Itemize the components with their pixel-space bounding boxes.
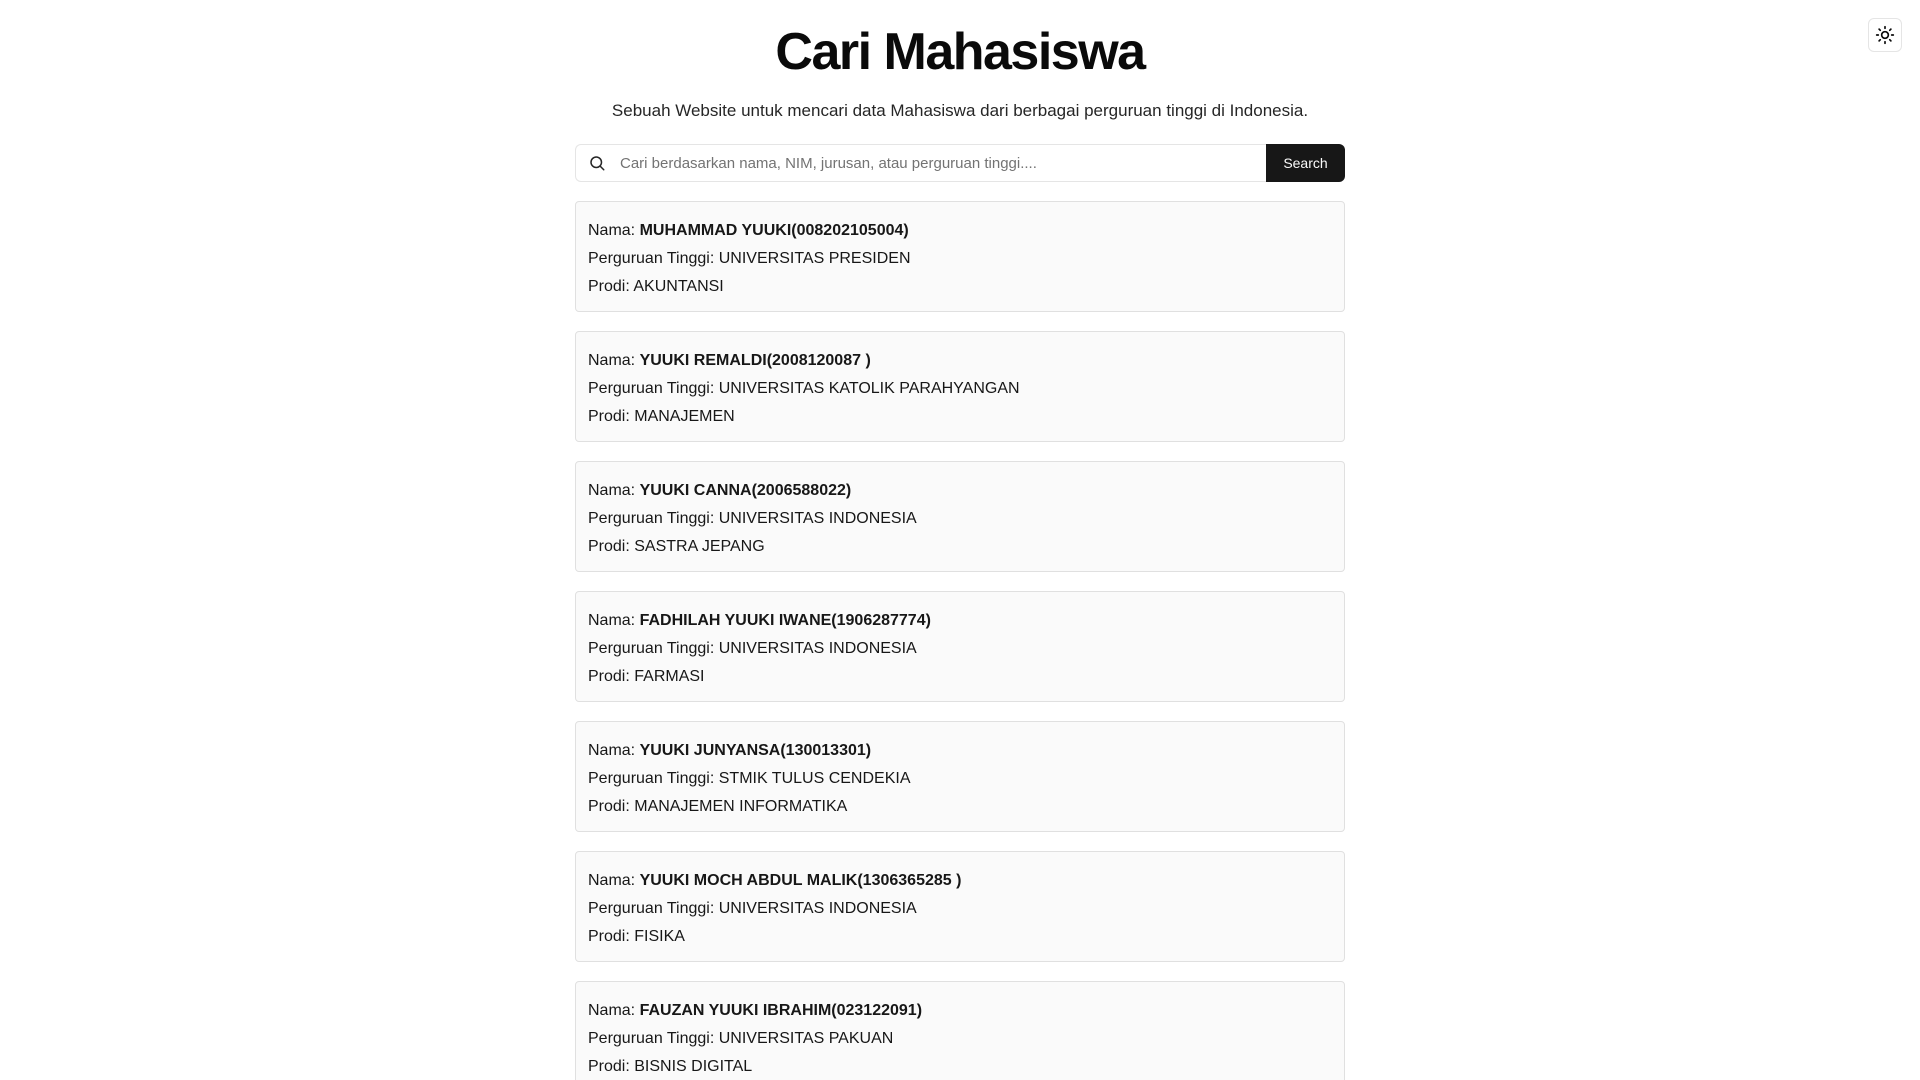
student-card[interactable]: Nama: MUHAMMAD YUUKI(008202105004) Pergu…: [575, 201, 1345, 312]
student-program: MANAJEMEN: [634, 408, 735, 425]
student-name-line: Nama: YUUKI CANNA(2006588022): [588, 477, 1332, 505]
student-program-line: Prodi: BISNIS DIGITAL: [588, 1053, 1332, 1080]
page: Cari Mahasiswa Sebuah Website untuk menc…: [0, 0, 1920, 1080]
theme-toggle-button[interactable]: [1868, 18, 1902, 52]
prodi-label: Prodi:: [588, 408, 635, 425]
student-name: YUUKI REMALDI(2008120087 ): [639, 352, 871, 369]
student-name: FADHILAH YUUKI IWANE(1906287774): [639, 612, 931, 629]
student-university: UNIVERSITAS INDONESIA: [718, 900, 917, 917]
page-subtitle: Sebuah Website untuk mencari data Mahasi…: [611, 101, 1309, 120]
prodi-label: Prodi:: [588, 928, 635, 945]
student-university: UNIVERSITAS PRESIDEN: [718, 250, 911, 267]
perguruan-tinggi-label: Perguruan Tinggi:: [588, 770, 719, 787]
sun-icon: [1875, 25, 1895, 45]
perguruan-tinggi-label: Perguruan Tinggi:: [588, 900, 719, 917]
student-card[interactable]: Nama: YUUKI JUNYANSA(130013301) Pergurua…: [575, 721, 1345, 832]
student-name-line: Nama: FADHILAH YUUKI IWANE(1906287774): [588, 607, 1332, 635]
prodi-label: Prodi:: [588, 668, 635, 685]
prodi-label: Prodi:: [588, 538, 635, 555]
student-program-line: Prodi: AKUNTANSI: [588, 273, 1332, 301]
search-field[interactable]: [575, 144, 1266, 182]
prodi-label: Prodi:: [588, 278, 634, 295]
perguruan-tinggi-label: Perguruan Tinggi:: [588, 250, 719, 267]
student-university-line: Perguruan Tinggi: UNIVERSITAS INDONESIA: [588, 635, 1332, 663]
student-name: MUHAMMAD YUUKI(008202105004): [639, 222, 909, 239]
student-name-line: Nama: MUHAMMAD YUUKI(008202105004): [588, 217, 1332, 245]
search-icon: [588, 154, 606, 172]
student-program-line: Prodi: FARMASI: [588, 663, 1332, 691]
student-program-line: Prodi: MANAJEMEN INFORMATIKA: [588, 793, 1332, 821]
student-program: MANAJEMEN INFORMATIKA: [634, 798, 848, 815]
student-program-line: Prodi: FISIKA: [588, 923, 1332, 951]
student-program: SASTRA JEPANG: [634, 538, 765, 555]
student-card[interactable]: Nama: YUUKI CANNA(2006588022) Perguruan …: [575, 461, 1345, 572]
prodi-label: Prodi:: [588, 798, 635, 815]
student-university-line: Perguruan Tinggi: UNIVERSITAS KATOLIK PA…: [588, 375, 1332, 403]
student-name-line: Nama: YUUKI REMALDI(2008120087 ): [588, 347, 1332, 375]
student-program: BISNIS DIGITAL: [634, 1058, 753, 1075]
student-card[interactable]: Nama: YUUKI MOCH ABDUL MALIK(1306365285 …: [575, 851, 1345, 962]
student-program-line: Prodi: MANAJEMEN: [588, 403, 1332, 431]
student-card[interactable]: Nama: FADHILAH YUUKI IWANE(1906287774) P…: [575, 591, 1345, 702]
search-input[interactable]: [618, 144, 1254, 182]
student-card[interactable]: Nama: YUUKI REMALDI(2008120087 ) Perguru…: [575, 331, 1345, 442]
student-program: AKUNTANSI: [633, 278, 724, 295]
student-name-line: Nama: YUUKI JUNYANSA(130013301): [588, 737, 1332, 765]
student-name: YUUKI MOCH ABDUL MALIK(1306365285 ): [639, 872, 962, 889]
main-container: Cari Mahasiswa Sebuah Website untuk menc…: [575, 0, 1345, 1080]
nama-label: Nama:: [588, 1002, 640, 1019]
student-program: FARMASI: [634, 668, 705, 685]
student-name: FAUZAN YUUKI IBRAHIM(023122091): [639, 1002, 923, 1019]
student-university: UNIVERSITAS PAKUAN: [718, 1030, 894, 1047]
perguruan-tinggi-label: Perguruan Tinggi:: [588, 510, 719, 527]
student-name-line: Nama: FAUZAN YUUKI IBRAHIM(023122091): [588, 997, 1332, 1025]
student-name: YUUKI JUNYANSA(130013301): [639, 742, 872, 759]
student-name-line: Nama: YUUKI MOCH ABDUL MALIK(1306365285 …: [588, 867, 1332, 895]
student-university-line: Perguruan Tinggi: UNIVERSITAS PRESIDEN: [588, 245, 1332, 273]
nama-label: Nama:: [588, 222, 640, 239]
perguruan-tinggi-label: Perguruan Tinggi:: [588, 640, 719, 657]
perguruan-tinggi-label: Perguruan Tinggi:: [588, 1030, 719, 1047]
search-bar: Search: [575, 144, 1345, 182]
student-card[interactable]: Nama: FAUZAN YUUKI IBRAHIM(023122091) Pe…: [575, 981, 1345, 1080]
student-university: UNIVERSITAS KATOLIK PARAHYANGAN: [718, 380, 1020, 397]
student-program-line: Prodi: SASTRA JEPANG: [588, 533, 1332, 561]
student-university-line: Perguruan Tinggi: UNIVERSITAS PAKUAN: [588, 1025, 1332, 1053]
nama-label: Nama:: [588, 872, 640, 889]
student-university: STMIK TULUS CENDEKIA: [718, 770, 911, 787]
student-university: UNIVERSITAS INDONESIA: [718, 640, 917, 657]
student-university-line: Perguruan Tinggi: UNIVERSITAS INDONESIA: [588, 895, 1332, 923]
student-university: UNIVERSITAS INDONESIA: [718, 510, 917, 527]
student-university-line: Perguruan Tinggi: STMIK TULUS CENDEKIA: [588, 765, 1332, 793]
search-button[interactable]: Search: [1266, 144, 1345, 182]
page-title: Cari Mahasiswa: [775, 23, 1146, 81]
student-program: FISIKA: [634, 928, 685, 945]
student-university-line: Perguruan Tinggi: UNIVERSITAS INDONESIA: [588, 505, 1332, 533]
perguruan-tinggi-label: Perguruan Tinggi:: [588, 380, 719, 397]
nama-label: Nama:: [588, 352, 640, 369]
nama-label: Nama:: [588, 612, 640, 629]
prodi-label: Prodi:: [588, 1058, 635, 1075]
nama-label: Nama:: [588, 742, 640, 759]
results-list: Nama: MUHAMMAD YUUKI(008202105004) Pergu…: [575, 201, 1345, 1080]
nama-label: Nama:: [588, 482, 640, 499]
student-name: YUUKI CANNA(2006588022): [639, 482, 852, 499]
